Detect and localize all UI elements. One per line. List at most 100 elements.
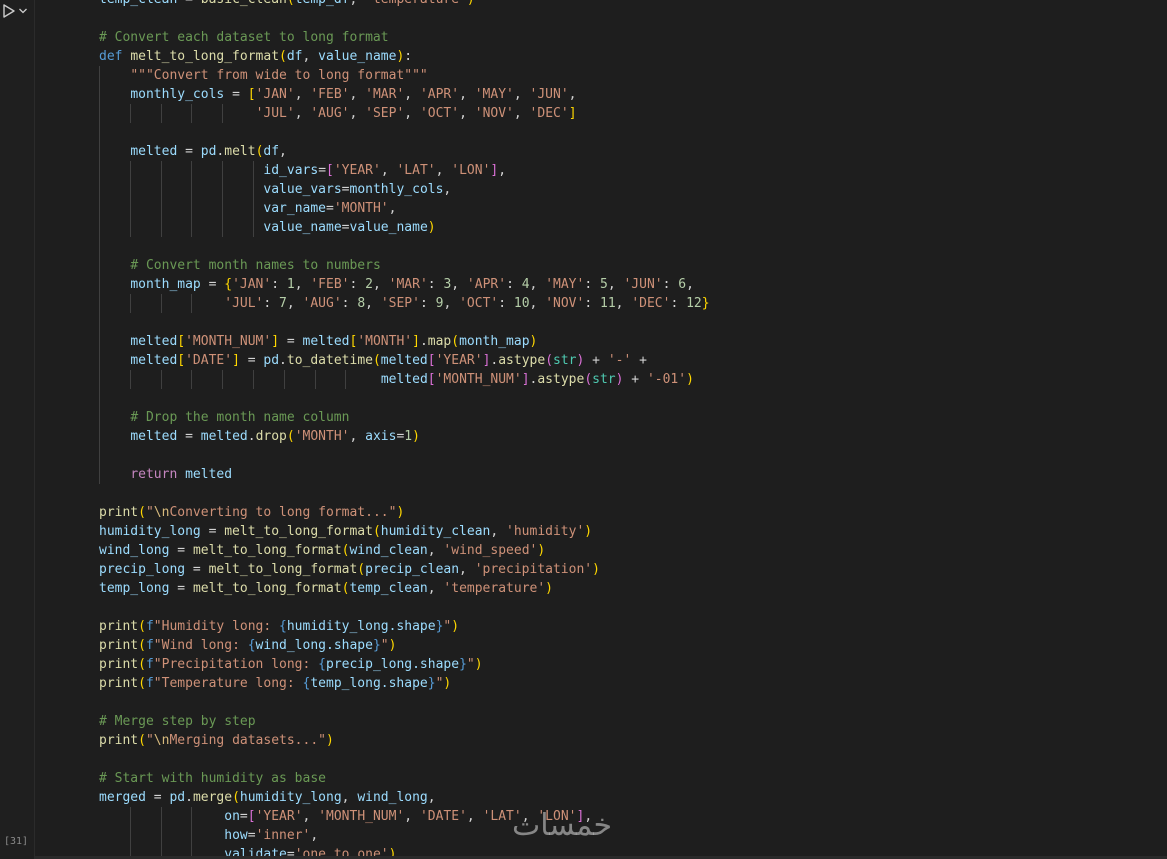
- code-line[interactable]: monthly_cols = ['JAN', 'FEB', 'MAR', 'AP…: [99, 85, 576, 104]
- indent-guide: [253, 180, 254, 199]
- chevron-down-icon[interactable]: [18, 3, 28, 19]
- indent-guide: [99, 142, 100, 161]
- indent-guide: [99, 199, 100, 218]
- indent-guide: [129, 104, 131, 123]
- indent-guide: [191, 180, 193, 199]
- code-line[interactable]: return melted: [99, 465, 232, 484]
- run-cell-button[interactable]: [2, 2, 32, 20]
- code-line[interactable]: merged = pd.merge(humidity_long, wind_lo…: [99, 788, 436, 807]
- code-line[interactable]: month_map = {'JAN': 1, 'FEB': 2, 'MAR': …: [99, 275, 694, 294]
- indent-guide: [129, 161, 131, 180]
- code-line[interactable]: print(f"Humidity long: {humidity_long.sh…: [99, 617, 459, 636]
- play-icon: [2, 3, 16, 19]
- code-line[interactable]: def melt_to_long_format(df, value_name):: [99, 47, 412, 66]
- indent-guide: [99, 237, 100, 256]
- indent-guide: [222, 218, 224, 237]
- code-line[interactable]: melted['MONTH_NUM'] = melted['MONTH'].ma…: [99, 332, 537, 351]
- code-line[interactable]: validate='one_to_one'): [99, 845, 396, 856]
- code-line[interactable]: print("\nConverting to long format..."): [99, 503, 404, 522]
- code-line[interactable]: 'JUL', 'AUG', 'SEP', 'OCT', 'NOV', 'DEC'…: [99, 104, 577, 123]
- indent-guide: [99, 465, 100, 484]
- indent-guide: [222, 370, 224, 389]
- indent-guide: [191, 294, 193, 313]
- indent-guide: [160, 180, 162, 199]
- code-line[interactable]: print("\nMerging datasets..."): [99, 731, 334, 750]
- indent-guide: [129, 294, 131, 313]
- code-line[interactable]: melted['DATE'] = pd.to_datetime(melted['…: [99, 351, 647, 370]
- indent-guide: [253, 370, 254, 389]
- cell-gutter: [31]: [0, 0, 35, 859]
- code-line[interactable]: # Start with humidity as base: [99, 769, 326, 788]
- indent-guide: [99, 332, 100, 351]
- indent-guide: [160, 826, 162, 845]
- indent-guide: [129, 180, 131, 199]
- code-line[interactable]: print(f"Wind long: {wind_long.shape}"): [99, 636, 396, 655]
- indent-guide: [99, 294, 100, 313]
- indent-guide: [191, 845, 193, 856]
- indent-guide: [99, 85, 100, 104]
- indent-guide: [160, 199, 162, 218]
- indent-guide: [129, 845, 131, 856]
- indent-guide: [160, 104, 162, 123]
- indent-guide: [222, 161, 224, 180]
- indent-guide: [129, 218, 131, 237]
- indent-guide: [191, 199, 193, 218]
- indent-guide: [99, 313, 100, 332]
- indent-guide: [99, 218, 100, 237]
- indent-guide: [99, 256, 100, 275]
- indent-guide: [222, 104, 224, 123]
- indent-guide: [314, 370, 316, 389]
- indent-guide: [99, 104, 100, 123]
- indent-guide: [160, 807, 162, 826]
- code-line[interactable]: var_name='MONTH',: [99, 199, 396, 218]
- code-line[interactable]: precip_long = melt_to_long_format(precip…: [99, 560, 600, 579]
- code-cell-editor[interactable]: temp_clean = basic_clean(temp_df, 'tempe…: [35, 0, 1167, 856]
- indent-guide: [99, 123, 100, 142]
- indent-guide: [99, 408, 100, 427]
- code-line[interactable]: """Convert from wide to long format""": [99, 66, 427, 85]
- indent-guide: [253, 199, 254, 218]
- indent-guide: [191, 807, 193, 826]
- indent-guide: [222, 199, 224, 218]
- code-line[interactable]: wind_long = melt_to_long_format(wind_cle…: [99, 541, 545, 560]
- indent-guide: [283, 370, 285, 389]
- execution-count: [31]: [4, 836, 29, 847]
- code-line[interactable]: how='inner',: [99, 826, 318, 845]
- indent-guide: [191, 370, 193, 389]
- indent-guide: [99, 275, 100, 294]
- code-line[interactable]: # Drop the month name column: [99, 408, 349, 427]
- code-line[interactable]: value_vars=monthly_cols,: [99, 180, 451, 199]
- indent-guide: [222, 180, 224, 199]
- indent-guide: [253, 161, 254, 180]
- indent-guide: [99, 427, 100, 446]
- code-line[interactable]: melted = pd.melt(df,: [99, 142, 287, 161]
- indent-guide: [345, 370, 347, 389]
- code-line[interactable]: humidity_long = melt_to_long_format(humi…: [99, 522, 592, 541]
- code-line[interactable]: # Merge step by step: [99, 712, 256, 731]
- indent-guide: [129, 826, 131, 845]
- code-line[interactable]: value_name=value_name): [99, 218, 435, 237]
- indent-guide: [191, 826, 193, 845]
- code-line[interactable]: print(f"Precipitation long: {precip_long…: [99, 655, 483, 674]
- indent-guide: [99, 66, 100, 85]
- code-line[interactable]: temp_clean = basic_clean(temp_df, 'tempe…: [99, 0, 475, 9]
- code-line[interactable]: melted['MONTH_NUM'].astype(str) + '-01'): [99, 370, 694, 389]
- indent-guide: [99, 370, 100, 389]
- indent-guide: [129, 807, 131, 826]
- indent-guide: [160, 845, 162, 856]
- indent-guide: [99, 180, 100, 199]
- code-line[interactable]: melted = melted.drop('MONTH', axis=1): [99, 427, 420, 446]
- indent-guide: [160, 218, 162, 237]
- code-line[interactable]: # Convert each dataset to long format: [99, 28, 389, 47]
- code-line[interactable]: print(f"Temperature long: {temp_long.sha…: [99, 674, 451, 693]
- indent-guide: [160, 370, 162, 389]
- indent-guide: [129, 370, 131, 389]
- indent-guide: [99, 389, 100, 408]
- indent-guide: [129, 199, 131, 218]
- indent-guide: [191, 104, 193, 123]
- indent-guide: [99, 446, 100, 465]
- indent-guide: [160, 294, 162, 313]
- watermark-logo: خمسات: [512, 808, 613, 843]
- code-line[interactable]: # Convert month names to numbers: [99, 256, 380, 275]
- code-line[interactable]: temp_long = melt_to_long_format(temp_cle…: [99, 579, 553, 598]
